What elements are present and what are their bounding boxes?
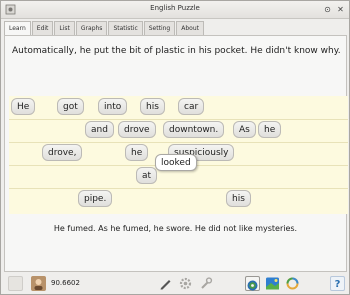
word-tile[interactable]: he bbox=[125, 144, 149, 161]
tab-setting[interactable]: Setting bbox=[143, 21, 176, 35]
target-icon[interactable] bbox=[245, 276, 260, 291]
restore-button[interactable]: ⊙ bbox=[322, 4, 333, 15]
pencil-icon[interactable] bbox=[158, 276, 173, 291]
puzzle-board[interactable]: He got into his car and drove downtown. … bbox=[9, 96, 348, 214]
title-bar: English Puzzle ⊙ ✕ bbox=[1, 1, 349, 19]
refresh-icon[interactable] bbox=[285, 276, 300, 291]
word-tile[interactable]: As bbox=[233, 121, 256, 138]
image-icon[interactable] bbox=[265, 276, 280, 291]
tab-bar: Learn Edit List Graphs Statistic Setting… bbox=[4, 21, 205, 35]
app-window: English Puzzle ⊙ ✕ Learn Edit List Graph… bbox=[0, 0, 350, 295]
tab-graphs[interactable]: Graphs bbox=[75, 21, 108, 35]
tab-about[interactable]: About bbox=[176, 21, 204, 35]
learn-panel: Automatically, he put the bit of plastic… bbox=[4, 35, 348, 272]
board-row-divider bbox=[9, 188, 348, 189]
dragged-word-tile[interactable]: looked bbox=[155, 154, 197, 171]
meaning-sentence: He fumed. As he fumed, he swore. He did … bbox=[53, 224, 298, 233]
gear-icon[interactable] bbox=[178, 276, 193, 291]
word-tile[interactable]: he bbox=[258, 121, 282, 138]
window-title: English Puzzle bbox=[150, 4, 200, 12]
word-tile[interactable]: and bbox=[85, 121, 114, 138]
tab-list[interactable]: List bbox=[54, 21, 75, 35]
word-tile[interactable]: drove, bbox=[42, 144, 83, 161]
word-tile[interactable]: his bbox=[226, 190, 251, 207]
tab-statistic[interactable]: Statistic bbox=[108, 21, 143, 35]
board-row-divider bbox=[9, 142, 348, 143]
empty-slot-icon bbox=[8, 276, 23, 291]
wrench-icon[interactable] bbox=[198, 276, 213, 291]
word-tile[interactable]: his bbox=[140, 98, 165, 115]
word-tile[interactable]: car bbox=[178, 98, 205, 115]
help-button[interactable]: ? bbox=[330, 276, 345, 291]
tab-edit[interactable]: Edit bbox=[31, 21, 54, 35]
tab-learn[interactable]: Learn bbox=[4, 21, 31, 35]
board-row-divider bbox=[9, 119, 348, 120]
word-tile[interactable]: into bbox=[98, 98, 128, 115]
avatar-icon[interactable] bbox=[31, 276, 46, 291]
word-tile[interactable]: got bbox=[57, 98, 84, 115]
close-button[interactable]: ✕ bbox=[335, 4, 346, 15]
word-tile[interactable]: pipe. bbox=[78, 190, 113, 207]
word-tile[interactable]: downtown. bbox=[163, 121, 225, 138]
word-tile[interactable]: at bbox=[136, 167, 158, 184]
word-tile[interactable]: He bbox=[11, 98, 36, 115]
word-tile[interactable]: drove bbox=[118, 121, 156, 138]
status-bar: 90.6602 ? bbox=[4, 274, 347, 294]
score-value: 90.6602 bbox=[51, 279, 80, 287]
context-sentence: Automatically, he put the bit of plastic… bbox=[12, 46, 341, 56]
